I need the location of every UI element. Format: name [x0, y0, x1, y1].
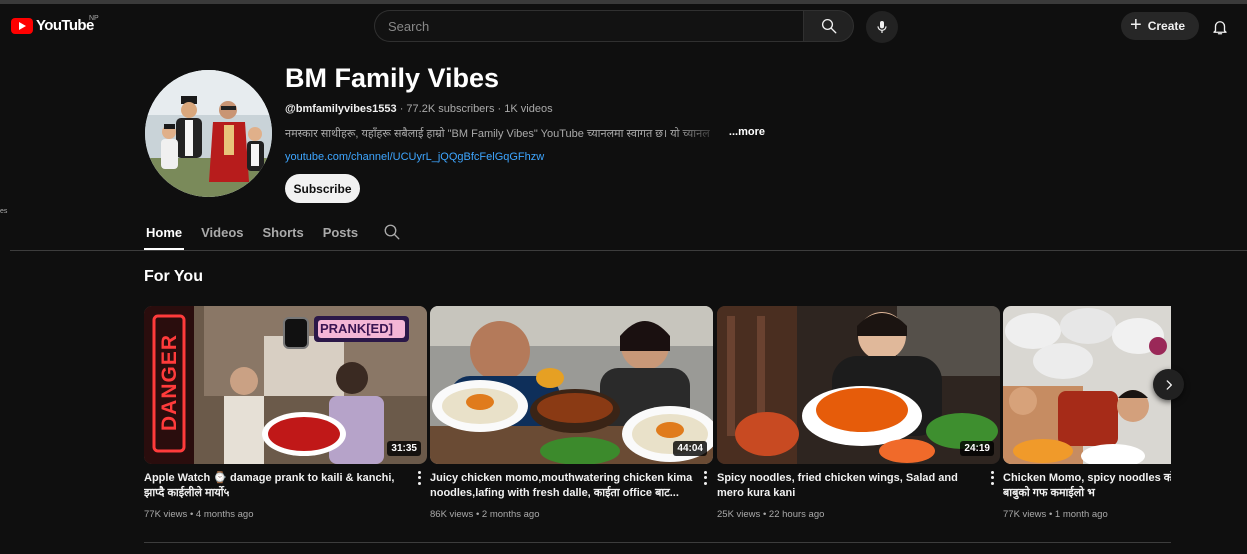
- shelf-next-button[interactable]: [1153, 369, 1184, 400]
- more-options-icon[interactable]: [988, 470, 996, 486]
- subscribe-button[interactable]: Subscribe: [285, 174, 360, 203]
- upload-age: 4 months ago: [195, 509, 254, 520]
- view-count: 77K views: [1003, 509, 1047, 520]
- video-meta: 86K views • 2 months ago: [430, 509, 713, 520]
- tab-home[interactable]: Home: [144, 216, 185, 250]
- video-duration: 44:04: [673, 441, 707, 456]
- video-thumbnail[interactable]: 24:19: [717, 306, 1000, 464]
- tab-videos[interactable]: Videos: [199, 216, 245, 250]
- subscriber-count: 77.2K subscribers: [406, 103, 495, 115]
- youtube-play-icon: [11, 17, 33, 34]
- upload-age: 22 hours ago: [768, 509, 825, 520]
- search-button[interactable]: [803, 10, 854, 42]
- tab-posts[interactable]: Posts: [321, 216, 360, 250]
- thumbnail-image: [430, 306, 713, 464]
- microphone-icon: [877, 21, 887, 33]
- view-count: 86K views: [430, 509, 474, 520]
- thumbnail-image: [717, 306, 1000, 464]
- video-duration: 31:35: [387, 441, 421, 456]
- video-duration: 24:19: [960, 441, 994, 456]
- avatar-image: [145, 70, 272, 197]
- description-text: नमस्कार साथीहरू, यहाँहरू सबैलाई हाम्रो "…: [285, 128, 710, 140]
- video-title[interactable]: Apple Watch ⌚ damage prank to kaili & ka…: [144, 471, 408, 501]
- plus-icon: +: [1130, 14, 1142, 36]
- video-count: 1K videos: [504, 103, 553, 115]
- masthead: YouTube NP + Create: [0, 4, 1247, 50]
- channel-meta: @bmfamilyvibes1553 · 77.2K subscribers ·…: [285, 103, 553, 115]
- channel-handle: @bmfamilyvibes1553: [285, 103, 397, 115]
- create-button[interactable]: + Create: [1121, 12, 1199, 40]
- voice-search-button[interactable]: [866, 11, 898, 43]
- notifications-button[interactable]: [1209, 16, 1231, 38]
- channel-tabs: Home Videos Shorts Posts: [144, 216, 375, 250]
- thumbnail-image: [1003, 306, 1171, 464]
- video-thumbnail[interactable]: DANGER PRANK[ED] 31:35: [144, 306, 427, 464]
- channel-url-link[interactable]: youtube.com/channel/UCUyrL_jQQgBfcFelGqG…: [285, 151, 544, 163]
- video-title[interactable]: Spicy noodles, fried chicken wings, Sala…: [717, 471, 981, 501]
- thumbnail-overlay-text: PRANK[ED]: [320, 321, 393, 336]
- view-count: 77K views: [144, 509, 188, 520]
- chevron-right-icon: [1166, 379, 1172, 390]
- video-card[interactable]: DANGER PRANK[ED] 31:35 Apple Watch ⌚ dam…: [144, 306, 427, 520]
- section-title: For You: [144, 268, 203, 285]
- channel-name: BM Family Vibes: [285, 63, 500, 93]
- bell-icon: [1213, 21, 1227, 35]
- channel-avatar[interactable]: [145, 70, 272, 197]
- upload-age: 1 month ago: [1054, 509, 1108, 520]
- search-input[interactable]: [374, 10, 803, 42]
- channel-description[interactable]: नमस्कार साथीहरू, यहाँहरू सबैलाई हाम्रो "…: [285, 126, 765, 141]
- section-divider: [144, 542, 1171, 543]
- video-meta: 77K views • 4 months ago: [144, 509, 427, 520]
- search-icon: [821, 18, 836, 34]
- upload-age: 2 months ago: [481, 509, 540, 520]
- more-options-icon[interactable]: [701, 470, 709, 486]
- create-label: Create: [1147, 19, 1186, 33]
- view-count: 25K views: [717, 509, 761, 520]
- video-meta: 25K views • 22 hours ago: [717, 509, 1000, 520]
- search-icon: [384, 224, 400, 240]
- more-link[interactable]: ...more: [729, 126, 765, 141]
- search-bar: [374, 10, 854, 42]
- video-card[interactable]: 24:19 Spicy noodles, fried chicken wings…: [717, 306, 1000, 520]
- video-shelf: DANGER PRANK[ED] 31:35 Apple Watch ⌚ dam…: [144, 306, 1171, 536]
- video-meta: 77K views • 1 month ago: [1003, 509, 1171, 520]
- video-card[interactable]: 44:04 Juicy chicken momo,mouthwatering c…: [430, 306, 713, 520]
- video-title[interactable]: Juicy chicken momo,mouthwatering chicken…: [430, 471, 694, 501]
- logo-text: YouTube: [36, 17, 94, 34]
- region-code: NP: [89, 15, 99, 22]
- tab-shorts[interactable]: Shorts: [261, 216, 306, 250]
- tabs-divider: [10, 250, 1247, 251]
- sidebar-edge-text: es: [0, 208, 8, 215]
- video-card[interactable]: Chicken Momo, spicy noodles को अनि छोरी।…: [1003, 306, 1171, 520]
- video-thumbnail[interactable]: [1003, 306, 1171, 464]
- channel-search-button[interactable]: [383, 223, 401, 241]
- video-thumbnail[interactable]: 44:04: [430, 306, 713, 464]
- youtube-logo[interactable]: YouTube: [11, 17, 94, 34]
- thumbnail-sign-text: DANGER: [158, 334, 181, 432]
- more-options-icon[interactable]: [415, 470, 423, 486]
- video-title[interactable]: Chicken Momo, spicy noodles को अनि छोरी।…: [1003, 471, 1171, 501]
